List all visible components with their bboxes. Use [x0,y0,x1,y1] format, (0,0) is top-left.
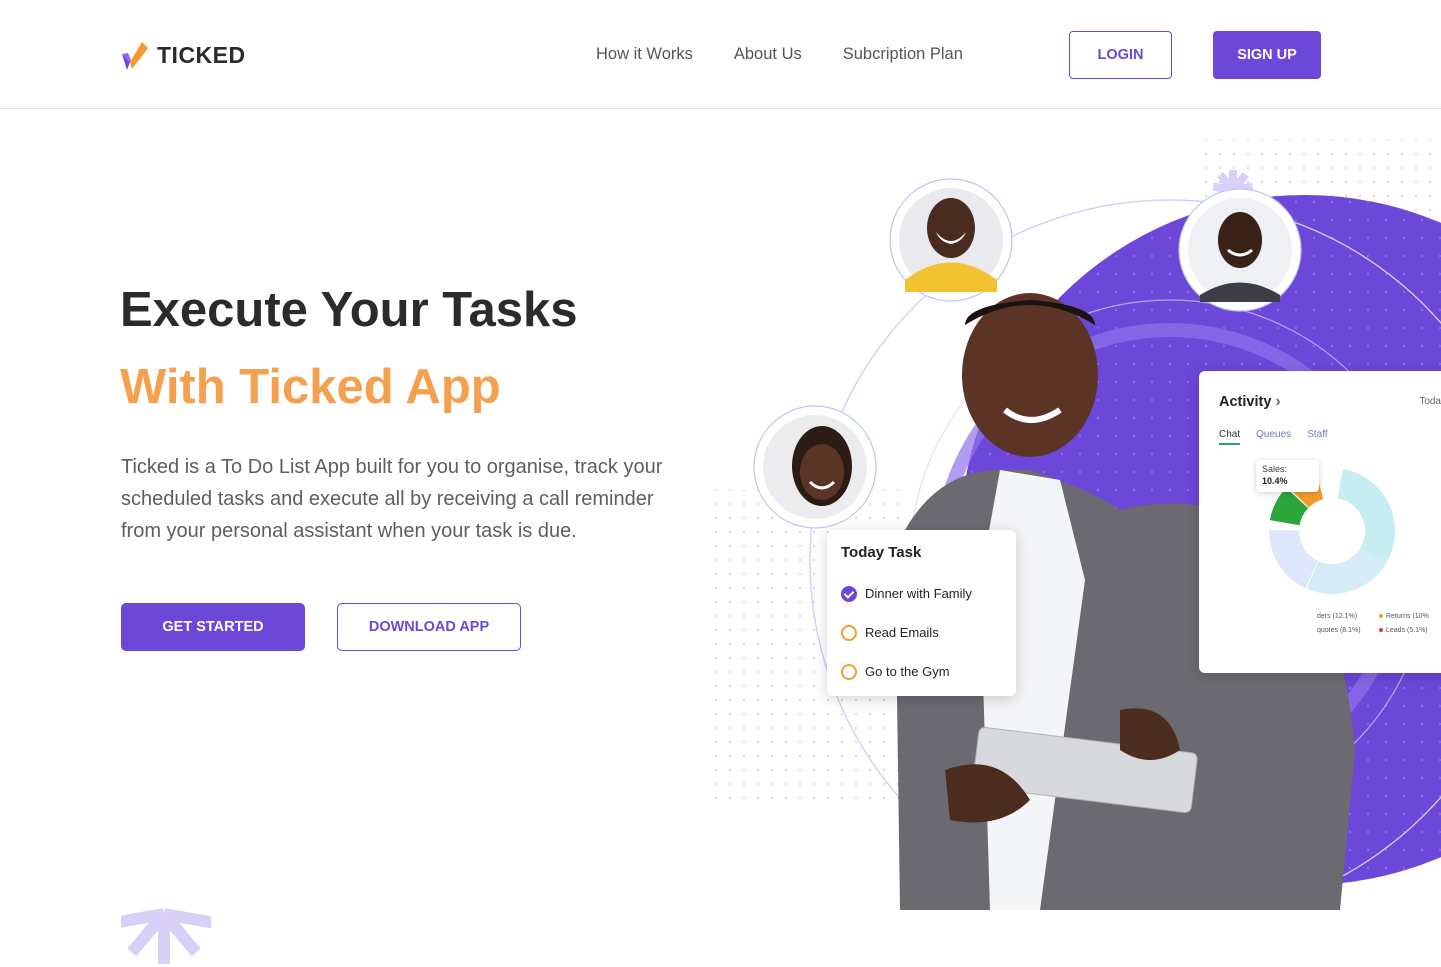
today-task-card: Today Task Dinner with Family Read Email… [827,530,1016,696]
chevron-right-icon[interactable]: › [1275,393,1280,410]
checkmark-logo-icon [122,42,148,70]
task-label: Go to the Gym [865,664,950,679]
task-label: Read Emails [865,625,939,640]
tab-chat[interactable]: Chat [1219,429,1241,445]
nav-about-us[interactable]: About Us [734,45,802,64]
hero-title: Execute Your Tasks [120,283,578,337]
unchecked-circle-icon[interactable] [841,663,857,680]
legend-item: Leads (5.1%) [1379,627,1428,634]
unchecked-circle-icon[interactable] [841,624,857,641]
task-item[interactable]: Dinner with Family [841,574,1002,613]
login-button[interactable]: LOGIN [1069,31,1172,79]
tooltip-label: Sales: [1262,464,1288,474]
activity-title: Activity [1219,394,1272,410]
legend-item: Returns (10% [1379,613,1429,620]
activity-today-label: Toda [1419,396,1441,407]
get-started-button[interactable]: GET STARTED [121,603,305,651]
hero-title-highlight: With Ticked App [120,360,501,414]
task-item[interactable]: Go to the Gym [841,652,1002,691]
avatar-woman-1 [889,178,1013,302]
today-task-title: Today Task [841,544,922,561]
tab-staff[interactable]: Staff [1307,429,1327,445]
sales-tooltip: Sales: 10.4% [1256,460,1319,492]
logo[interactable]: TICKED [121,40,246,70]
legend-item: ders (12.1%) [1317,613,1358,620]
main-nav: How it Works About Us Subcription Plan [596,45,1004,64]
checked-circle-icon[interactable] [841,585,857,602]
hero-description: Ticked is a To Do List App built for you… [121,456,663,542]
task-label: Dinner with Family [865,586,972,601]
brand-name: TICKED [157,41,246,68]
navbar: TICKED How it Works About Us Subcription… [0,0,1441,109]
avatar-woman-2 [753,405,877,529]
download-app-button[interactable]: DOWNLOAD APP [337,603,521,651]
tooltip-value: 10.4% [1262,476,1288,486]
tab-queues[interactable]: Queues [1256,429,1291,445]
legend-item: quotes (8.1%) [1317,627,1361,634]
activity-tabs: Chat Queues Staff [1219,429,1429,445]
nav-subscription-plan[interactable]: Subcription Plan [843,45,963,64]
nav-how-it-works[interactable]: How it Works [596,45,693,64]
signup-button[interactable]: SIGN UP [1213,31,1321,79]
burst-decoration [121,908,211,964]
avatar-man-1 [1178,188,1302,312]
task-item[interactable]: Read Emails [841,613,1002,652]
